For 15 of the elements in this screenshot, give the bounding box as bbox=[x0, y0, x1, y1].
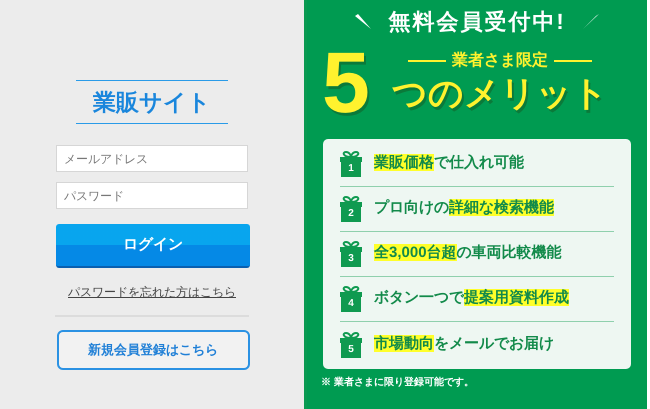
merit-text: 市場動向をメールでお届け bbox=[374, 334, 554, 354]
forgot-password-link[interactable]: パスワードを忘れた方はこちら bbox=[68, 283, 236, 301]
footnote: ※ 業者さまに限り登録可能です。 bbox=[321, 376, 474, 390]
big-number: 5 bbox=[322, 40, 371, 126]
subtitle: 業者さま限定 bbox=[452, 50, 548, 71]
merit-text: ボタン一つで提案用資料作成 bbox=[374, 288, 569, 308]
email-field[interactable]: メールアドレス bbox=[56, 145, 248, 172]
register-button[interactable]: 新規会員登録はこちら bbox=[56, 330, 250, 370]
password-field[interactable]: パスワード bbox=[56, 182, 248, 209]
site-title: 業販サイト bbox=[93, 88, 211, 117]
banner-title: つのメリット bbox=[392, 73, 608, 115]
merit-text: 業販価格で仕入れ可能 bbox=[374, 153, 524, 174]
merit-text: プロ向けの詳細な検索機能 bbox=[374, 198, 554, 218]
headline: 無料会員受付中! bbox=[388, 8, 566, 36]
login-button[interactable]: ログイン bbox=[56, 224, 250, 268]
